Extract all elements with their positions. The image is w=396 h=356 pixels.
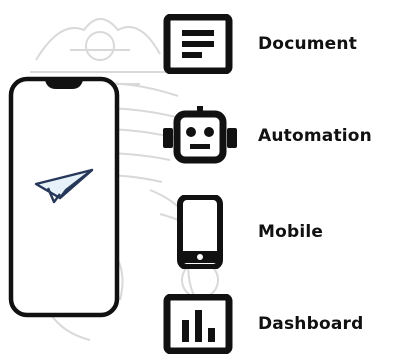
feature-label-automation: Automation bbox=[258, 126, 372, 146]
phone-illustration bbox=[8, 76, 120, 318]
feature-dashboard: Dashboard bbox=[160, 294, 392, 354]
feature-automation: Automation bbox=[160, 106, 392, 166]
smartphone-icon bbox=[177, 195, 223, 269]
feature-document: Document bbox=[160, 14, 392, 74]
feature-mobile: Mobile bbox=[160, 195, 392, 269]
robot-icon bbox=[163, 106, 237, 164]
feature-label-document: Document bbox=[258, 34, 358, 54]
feature-label-mobile: Mobile bbox=[258, 222, 324, 242]
document-icon bbox=[163, 14, 233, 74]
feature-label-dashboard: Dashboard bbox=[258, 314, 364, 334]
bar-chart-icon bbox=[163, 294, 233, 354]
